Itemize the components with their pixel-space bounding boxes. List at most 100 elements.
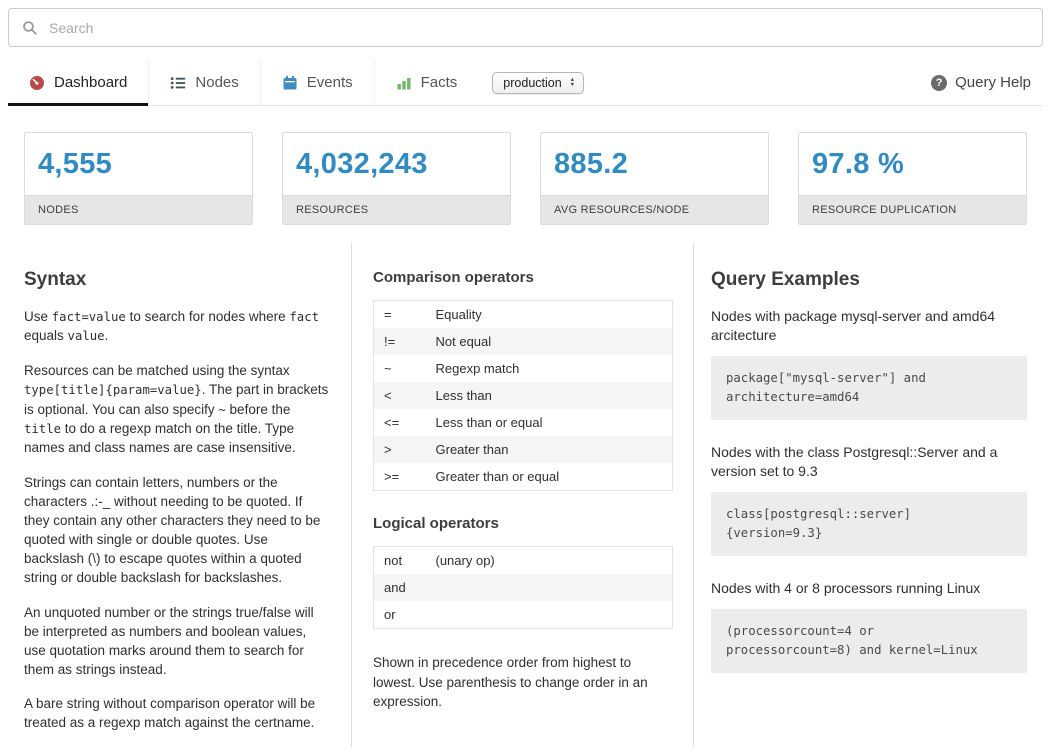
inline-code: type[title]{param=value} — [24, 383, 202, 398]
search-input[interactable] — [49, 19, 1029, 36]
help-columns: Syntax Use fact=value to search for node… — [24, 243, 1027, 748]
text-segment: A bare string without comparison operato… — [24, 696, 316, 731]
stats-row: 4,555 NODES 4,032,243 RESOURCES 885.2 AV… — [24, 132, 1027, 225]
operator-description: Regexp match — [435, 361, 520, 376]
puppet-explorer-app: Dashboard Nodes Events — [0, 8, 1051, 748]
text-segment: to do a regexp match on the title. Type … — [24, 420, 296, 456]
operator-description: Not equal — [435, 334, 492, 349]
comparison-operators-table: = Equality != Not equal ~ Regexp match < Less t… — [373, 300, 673, 491]
stat-label: NODES — [25, 195, 252, 224]
operator-row: not (unary op) — [374, 547, 673, 575]
example-description: Nodes with 4 or 8 processors running Lin… — [711, 579, 981, 596]
operators-section: Comparison operators = Equality != Not equa… — [351, 243, 694, 748]
text-segment: Use — [24, 309, 52, 324]
tab-dashboard[interactable]: Dashboard — [8, 60, 150, 106]
text-segment: An unquoted number or the strings true/f… — [24, 604, 314, 677]
tab-events[interactable]: Events — [261, 60, 375, 105]
tab-dashboard-label: Dashboard — [54, 74, 128, 91]
syntax-paragraph: An unquoted number or the strings true/f… — [24, 603, 331, 680]
logical-operators-title: Logical operators — [373, 515, 499, 532]
inline-code: fact — [289, 310, 320, 324]
operator-description — [426, 601, 673, 629]
inline-code: ~ — [218, 402, 226, 417]
stat-card-resource-duplication: 97.8 % RESOURCE DUPLICATION — [798, 132, 1027, 225]
tab-facts[interactable]: Facts — [375, 60, 479, 105]
operator-symbol: != — [384, 334, 396, 349]
query-examples-section: Query Examples Nodes with package mysql-… — [694, 243, 1027, 747]
operator-symbol: not — [384, 553, 403, 568]
query-help-label: Query Help — [955, 74, 1031, 91]
tab-nodes[interactable]: Nodes — [149, 60, 261, 105]
syntax-paragraph: A bare string without comparison operato… — [24, 694, 331, 732]
search-bar — [8, 8, 1043, 47]
operator-symbol: <= — [384, 415, 400, 430]
tab-nodes-label: Nodes — [195, 74, 239, 91]
operator-description: Less than or equal — [435, 415, 543, 430]
operator-description: Less than — [435, 388, 492, 403]
logical-table-body: not (unary op) and or — [373, 547, 673, 629]
stat-value: 885.2 — [554, 148, 629, 180]
inline-code: title — [24, 421, 62, 436]
nodes-icon — [171, 76, 186, 89]
text-segment: to search for nodes where — [125, 309, 290, 324]
stat-label: AVG RESOURCES/NODE — [541, 195, 768, 224]
tab-facts-label: Facts — [420, 74, 458, 91]
query-examples-title: Query Examples — [711, 269, 860, 290]
comparison-table-body: = Equality != Not equal ~ Regexp match < Less t… — [373, 301, 673, 491]
stat-card-resources: 4,032,243 RESOURCES — [282, 132, 511, 225]
precedence-note: Shown in precedence order from highest t… — [373, 655, 648, 710]
operator-symbol: and — [384, 580, 406, 595]
operator-row: ~ Regexp match — [374, 355, 673, 382]
operator-description: (unary op) — [435, 553, 495, 568]
example-description: Nodes with package mysql-server and amd6… — [711, 308, 996, 343]
operator-description: Greater than — [435, 442, 509, 457]
stat-card-nodes: 4,555 NODES — [24, 132, 253, 225]
comparison-operators-title: Comparison operators — [373, 269, 534, 286]
syntax-paragraph: Strings can contain letters, numbers or … — [24, 473, 331, 588]
stat-card-avg-resources: 885.2 AVG RESOURCES/NODE — [540, 132, 769, 225]
stat-label: RESOURCE DUPLICATION — [799, 195, 1026, 224]
select-arrows-icon: ▲ ▼ — [569, 76, 576, 88]
main-nav: Dashboard Nodes Events Facts production … — [8, 60, 1043, 106]
question-icon: ? — [931, 74, 948, 91]
operator-symbol: or — [384, 607, 396, 622]
dashboard-icon — [30, 75, 44, 90]
operator-description — [426, 574, 673, 601]
events-icon — [283, 75, 297, 89]
tab-events-label: Events — [306, 74, 353, 91]
operator-row: != Not equal — [373, 328, 673, 355]
text-segment: Strings can contain letters, numbers or … — [24, 474, 321, 586]
operator-symbol: > — [384, 442, 392, 457]
operator-row: = Equality — [374, 301, 673, 329]
example-description: Nodes with the class Postgresql::Server … — [711, 443, 998, 479]
operator-description: Equality — [435, 307, 482, 322]
syntax-title: Syntax — [24, 269, 87, 290]
syntax-paragraph: Use fact=value to search for nodes where… — [24, 307, 331, 346]
search-icon — [23, 20, 37, 35]
text-segment: equals — [24, 328, 68, 344]
example-code: package["mysql-server"] and architecture… — [711, 355, 1027, 420]
logical-operators-table: not (unary op) and or — [373, 546, 673, 629]
operator-symbol: >= — [384, 469, 400, 484]
query-examples-list: Nodes with package mysql-server and amd6… — [711, 307, 1027, 673]
inline-code: fact=value — [51, 310, 126, 324]
inline-code: value — [67, 329, 105, 344]
stat-value: 4,032,243 — [296, 148, 428, 180]
operator-symbol: ~ — [384, 361, 392, 376]
example-code: class[postgresql::server] {version=9.3} — [711, 491, 1027, 556]
syntax-section: Syntax Use fact=value to search for node… — [24, 243, 351, 747]
stat-value: 97.8 % — [812, 148, 905, 180]
operator-row: > Greater than — [373, 436, 673, 463]
query-help-button[interactable]: ? Query Help — [919, 60, 1043, 105]
text-segment: before the — [225, 401, 291, 417]
environment-select[interactable]: production ▲ ▼ — [492, 71, 585, 94]
stat-value: 4,555 — [38, 148, 113, 180]
example-code: (processorcount=4 or processorcount=8) a… — [711, 608, 1027, 673]
environment-select-value: production — [503, 75, 562, 90]
syntax-paragraph: Resources can be matched using the synta… — [24, 361, 331, 458]
facts-icon — [397, 77, 411, 89]
operator-symbol: = — [384, 307, 392, 322]
text-segment: Resources can be matched using the synta… — [24, 362, 290, 378]
operator-symbol: < — [384, 388, 392, 403]
